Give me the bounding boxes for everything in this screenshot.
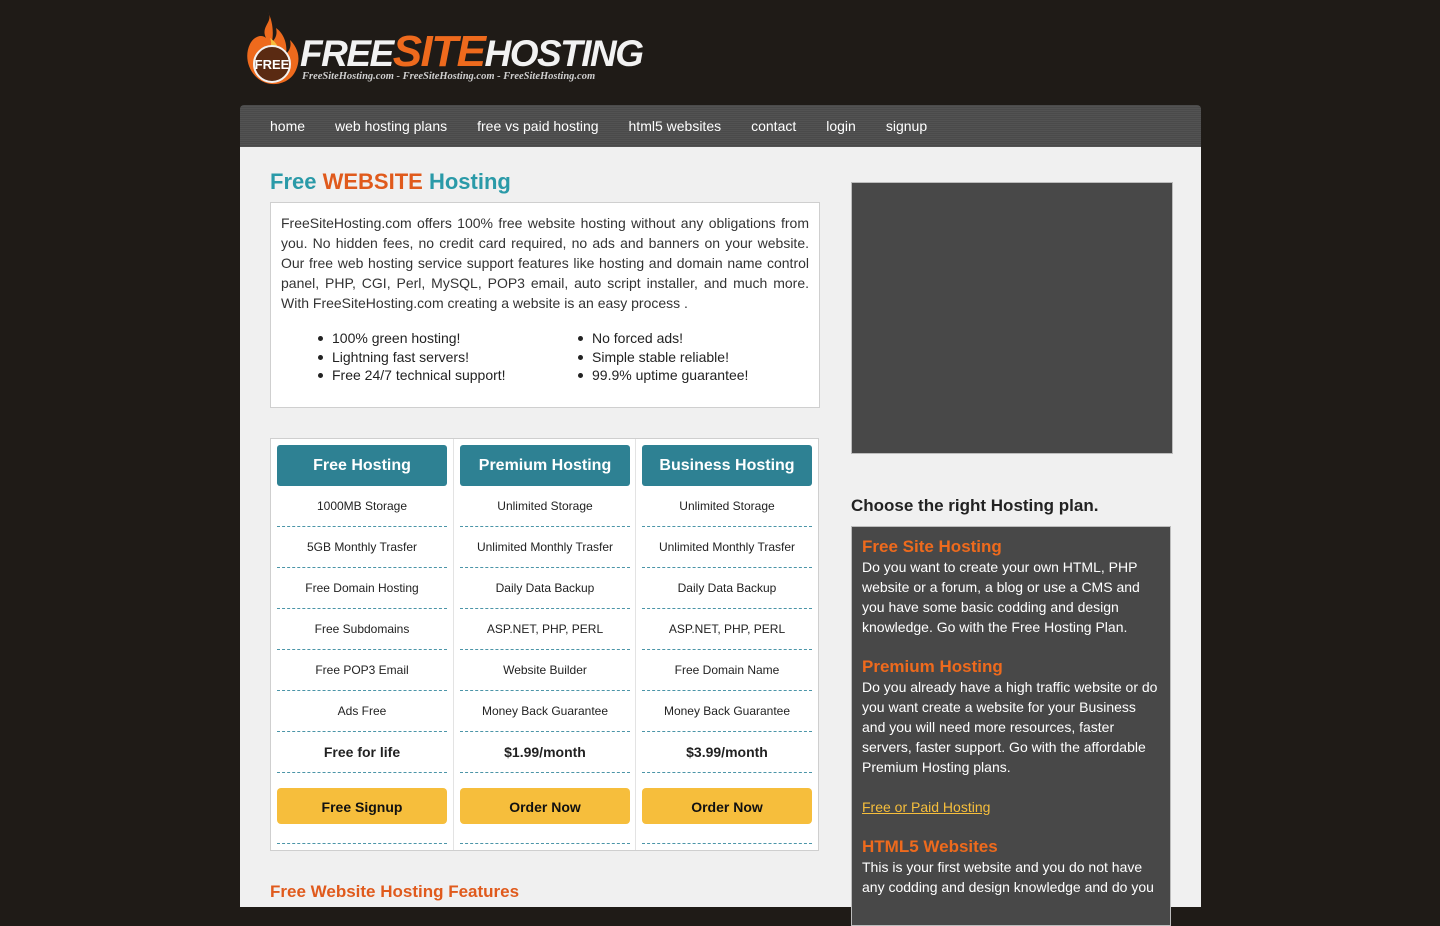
title-part-free: Free xyxy=(270,169,317,194)
plan-feature: Free Domain Hosting xyxy=(277,568,447,609)
logo-word-hosting: HOSTING xyxy=(484,33,644,74)
plan-feature: Free POP3 Email xyxy=(277,650,447,691)
nav-item-signup[interactable]: signup xyxy=(886,118,927,134)
plan-feature: 1000MB Storage xyxy=(277,486,447,527)
ad-placeholder xyxy=(851,182,1173,454)
plan-feature: Unlimited Monthly Trasfer xyxy=(460,527,630,568)
html5-websites-desc: This is your first website and you do no… xyxy=(862,859,1154,895)
plan-column-business: Business Hosting Unlimited Storage Unlim… xyxy=(635,439,817,850)
plan-feature: Unlimited Storage xyxy=(642,486,812,527)
plan-feature: Daily Data Backup xyxy=(642,568,812,609)
nav-item-html5-websites[interactable]: html5 websites xyxy=(629,118,722,134)
logo-word-free: FREE xyxy=(300,33,394,74)
plan-feature: 5GB Monthly Trasfer xyxy=(277,527,447,568)
free-site-hosting-desc: Do you want to create your own HTML, PHP… xyxy=(862,559,1140,635)
plan-price: Free for life xyxy=(277,732,447,773)
intro-box: FreeSiteHosting.com offers 100% free web… xyxy=(270,202,820,408)
plan-feature: Money Back Guarantee xyxy=(460,691,630,732)
plan-price: $1.99/month xyxy=(460,732,630,773)
nav-item-web-hosting-plans[interactable]: web hosting plans xyxy=(335,118,447,134)
plan-feature: ASP.NET, PHP, PERL xyxy=(460,609,630,650)
plan-feature: Free Domain Name xyxy=(642,650,812,691)
site-logo[interactable]: FREE FREESITEHOSTING FreeSiteHosting.com… xyxy=(240,8,644,90)
bullet-item: No forced ads! xyxy=(578,329,748,348)
free-site-hosting-title: Free Site Hosting xyxy=(862,537,1002,556)
plan-feature: Website Builder xyxy=(460,650,630,691)
main-navigation: home web hosting plans free vs paid host… xyxy=(240,105,1201,147)
logo-word-site: SITE xyxy=(392,27,486,76)
html5-websites-title: HTML5 Websites xyxy=(862,837,998,856)
intro-text: FreeSiteHosting.com offers 100% free web… xyxy=(281,215,809,311)
nav-item-contact[interactable]: contact xyxy=(751,118,796,134)
features-heading: Free Website Hosting Features xyxy=(270,882,520,901)
bullet-item: Lightning fast servers! xyxy=(318,348,506,367)
plan-column-premium: Premium Hosting Unlimited Storage Unlimi… xyxy=(453,439,635,850)
plan-feature: Unlimited Storage xyxy=(460,486,630,527)
title-part-hosting: Hosting xyxy=(428,169,511,194)
free-or-paid-hosting-link[interactable]: Free or Paid Hosting xyxy=(862,797,990,817)
plan-header: Premium Hosting xyxy=(460,445,630,486)
bullet-list-right: No forced ads! Simple stable reliable! 9… xyxy=(578,329,748,385)
premium-hosting-desc: Do you already have a high traffic websi… xyxy=(862,679,1158,775)
divider xyxy=(460,843,630,844)
pricing-table: Free Hosting 1000MB Storage 5GB Monthly … xyxy=(270,438,819,851)
plan-feature: Free Subdomains xyxy=(277,609,447,650)
plan-feature: Unlimited Monthly Trasfer xyxy=(642,527,812,568)
plan-feature: ASP.NET, PHP, PERL xyxy=(642,609,812,650)
plan-header: Business Hosting xyxy=(642,445,812,486)
bullet-list-left: 100% green hosting! Lightning fast serve… xyxy=(318,329,506,385)
nav-item-free-vs-paid-hosting[interactable]: free vs paid hosting xyxy=(477,118,598,134)
plan-feature: Ads Free xyxy=(277,691,447,732)
logo-badge-text: FREE xyxy=(255,57,290,72)
divider xyxy=(277,843,447,844)
nav-item-login[interactable]: login xyxy=(826,118,856,134)
bullet-item: 99.9% uptime guarantee! xyxy=(578,366,748,385)
premium-hosting-title: Premium Hosting xyxy=(862,657,1003,676)
bullet-item: 100% green hosting! xyxy=(318,329,506,348)
divider xyxy=(642,843,812,844)
nav-item-home[interactable]: home xyxy=(270,118,305,134)
plan-info-box: Free Site Hosting Do you want to create … xyxy=(851,526,1171,926)
plan-feature: Money Back Guarantee xyxy=(642,691,812,732)
premium-order-button[interactable]: Order Now xyxy=(460,788,630,824)
logo-wordmark: FREESITEHOSTING xyxy=(300,30,644,74)
plan-feature: Daily Data Backup xyxy=(460,568,630,609)
choose-plan-heading: Choose the right Hosting plan. xyxy=(851,496,1099,515)
title-part-website: WEBSITE xyxy=(322,169,423,194)
main-content: Free WEBSITE Hosting FreeSiteHosting.com… xyxy=(240,147,1201,926)
page-title: Free WEBSITE Hosting xyxy=(270,169,511,195)
bullet-item: Free 24/7 technical support! xyxy=(318,366,506,385)
logo-tagline: FreeSiteHosting.com - FreeSiteHosting.co… xyxy=(302,71,596,82)
plan-header: Free Hosting xyxy=(277,445,447,486)
plan-column-free: Free Hosting 1000MB Storage 5GB Monthly … xyxy=(271,439,453,850)
flame-logo-icon: FREE xyxy=(247,12,299,85)
plan-price: $3.99/month xyxy=(642,732,812,773)
business-order-button[interactable]: Order Now xyxy=(642,788,812,824)
bullet-item: Simple stable reliable! xyxy=(578,348,748,367)
free-signup-button[interactable]: Free Signup xyxy=(277,788,447,824)
